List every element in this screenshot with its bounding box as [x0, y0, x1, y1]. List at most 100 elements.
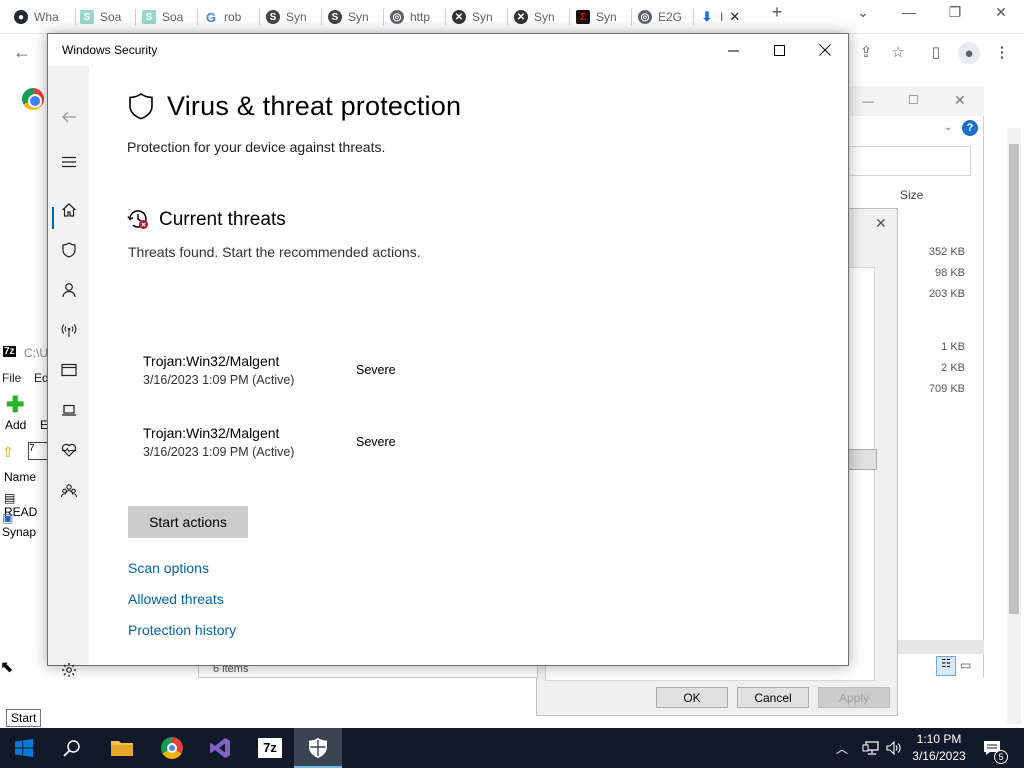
browser-tab[interactable]: S Soa — [80, 6, 136, 28]
file-size: 709 KB — [928, 383, 965, 395]
menu-icon[interactable]: ⋮ — [992, 42, 1012, 62]
apply-button[interactable]: Apply — [818, 687, 890, 708]
synapse-red-icon: Σ — [576, 10, 590, 24]
list-item[interactable]: ▣ Synap — [2, 511, 48, 539]
close-button[interactable] — [802, 34, 848, 66]
window-title: Windows Security — [62, 43, 158, 57]
threat-severity: Severe — [356, 435, 396, 449]
7zip-window: 7z C:\U File Ed ✚ Add E ⇧ 7 Name ▤ READ … — [0, 340, 49, 570]
nav-virus-threat-protection[interactable] — [48, 235, 89, 265]
browser-tabstrip: ● Wha S Soa S Soa G rob S Syn S Syn ◎ ht… — [0, 0, 1024, 34]
window-titlebar[interactable]: Windows Security — [48, 34, 848, 66]
taskbar-chrome[interactable] — [148, 728, 196, 768]
nav-settings[interactable] — [48, 655, 89, 685]
taskbar-7zip[interactable]: 7z — [246, 728, 294, 768]
window-path: C:\U — [24, 346, 48, 360]
name-column-header[interactable]: Name — [4, 470, 36, 484]
browser-tab[interactable]: ◎ E2G — [638, 6, 694, 28]
back-icon[interactable]: ← — [12, 42, 32, 62]
start-button[interactable] — [0, 728, 48, 768]
chevron-down-icon[interactable]: ⌄ — [944, 122, 952, 133]
restore-icon[interactable]: ❐ — [940, 4, 970, 21]
ok-button[interactable]: OK — [656, 687, 728, 708]
taskbar-file-explorer[interactable] — [98, 728, 146, 768]
minimize-icon[interactable]: — — [862, 94, 874, 108]
file-size: 98 KB — [935, 267, 965, 279]
nav-account-protection[interactable] — [48, 275, 89, 305]
7zip-icon: 7z — [3, 346, 16, 357]
browser-tab[interactable]: S Syn — [266, 6, 322, 28]
threat-item[interactable]: Trojan:Win32/Malgent 3/16/2023 1:09 PM (… — [143, 425, 543, 465]
share-icon[interactable]: ⇪ — [856, 42, 876, 62]
back-button[interactable] — [48, 102, 89, 132]
windows-security-window: Windows Security Virus & threat protecti… — [47, 33, 849, 677]
browser-tab[interactable]: S Syn — [328, 6, 384, 28]
browser-tab[interactable]: ✕ Syn — [514, 6, 570, 28]
taskbar-visual-studio[interactable] — [196, 728, 244, 768]
taskbar-clock[interactable]: 1:10 PM 3/16/2023 — [898, 731, 980, 765]
minimize-button[interactable] — [710, 34, 756, 66]
show-hidden-icons-button[interactable]: ︿ — [836, 728, 848, 768]
protection-history-link[interactable]: Protection history — [128, 622, 236, 638]
nav-firewall-network[interactable] — [48, 315, 89, 345]
nav-device-security[interactable] — [48, 395, 89, 425]
close-icon[interactable]: ✕ — [875, 215, 887, 232]
folder-up-icon[interactable]: ⇧ — [2, 444, 14, 461]
chevron-up-icon: ︿ — [836, 741, 849, 756]
browser-window-icon — [60, 363, 77, 377]
cancel-button[interactable]: Cancel — [737, 687, 809, 708]
nav-family-options[interactable] — [48, 476, 89, 506]
profile-icon[interactable]: ● — [958, 42, 980, 64]
nav-app-browser-control[interactable] — [48, 355, 89, 385]
maximize-icon[interactable]: ☐ — [908, 93, 919, 107]
close-icon[interactable]: ✕ — [986, 4, 1016, 21]
details-view-icon[interactable]: ☷ — [936, 656, 956, 676]
help-icon[interactable]: ? — [962, 120, 978, 136]
browser-tab[interactable]: Σ Syn — [576, 6, 632, 28]
current-threats-heading: Current threats — [159, 209, 286, 230]
side-panel-icon[interactable]: ▯ — [926, 42, 946, 62]
browser-tab[interactable]: ● Wha — [14, 6, 76, 28]
network-tray[interactable] — [862, 728, 880, 768]
size-column-header[interactable]: Size — [900, 188, 923, 202]
search-button[interactable] — [48, 728, 96, 768]
threat-history-icon — [127, 210, 148, 229]
7zip-path-icon: 7 — [28, 442, 48, 460]
add-button[interactable]: Add — [5, 418, 26, 432]
browser-tab[interactable]: G rob — [204, 6, 260, 28]
gear-icon — [61, 663, 76, 677]
chrome-icon — [161, 737, 183, 759]
allowed-threats-link[interactable]: Allowed threats — [128, 591, 224, 607]
close-icon[interactable]: ✕ — [954, 92, 966, 109]
scan-options-link[interactable]: Scan options — [128, 560, 209, 576]
browser-tab[interactable]: ✕ Syn — [452, 6, 508, 28]
nav-home[interactable] — [48, 195, 89, 225]
minimize-icon[interactable]: — — [894, 4, 924, 20]
nav-device-health[interactable] — [48, 435, 89, 465]
page-scrollbar[interactable] — [1007, 128, 1021, 724]
new-tab-icon[interactable]: + — [762, 2, 792, 23]
maximize-button[interactable] — [756, 34, 802, 66]
notification-count-badge: 5 — [994, 750, 1008, 764]
wireless-antenna-icon — [61, 324, 76, 337]
browser-tab-active[interactable]: ⬇ I ✕ — [700, 6, 760, 28]
action-center-button[interactable]: 5 — [982, 728, 1008, 768]
browser-tab[interactable]: ◎ http — [390, 6, 446, 28]
menu-file[interactable]: File — [2, 371, 21, 385]
start-actions-button[interactable]: Start actions — [128, 506, 248, 538]
start-tooltip: Start — [6, 709, 42, 727]
search-input[interactable] — [848, 146, 971, 176]
text-file-icon: ▤ — [4, 491, 16, 505]
browser-tab[interactable]: S Soa — [142, 6, 198, 28]
tab-label: Syn — [348, 10, 369, 24]
minimize-icon — [727, 50, 739, 51]
main-content: Virus & threat protection Protection for… — [89, 66, 848, 665]
tiles-view-icon[interactable]: ▭ — [960, 658, 971, 672]
hamburger-menu-button[interactable] — [48, 147, 89, 177]
hamburger-icon — [61, 156, 76, 168]
tab-search-icon[interactable]: ⌄ — [848, 4, 878, 21]
star-icon[interactable]: ☆ — [888, 42, 908, 62]
threat-item[interactable]: Trojan:Win32/Malgent 3/16/2023 1:09 PM (… — [143, 353, 543, 393]
close-tab-icon[interactable]: ✕ — [729, 9, 740, 25]
taskbar-windows-security[interactable] — [294, 728, 342, 768]
